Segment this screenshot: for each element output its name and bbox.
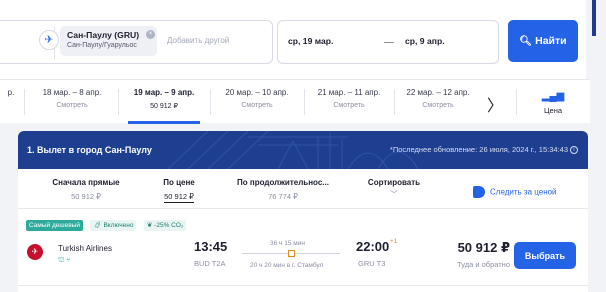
price-chart-button[interactable]: ▂▄▆ Цена <box>528 86 578 115</box>
divider <box>118 89 119 115</box>
arrival-time: 22:00 <box>356 239 390 254</box>
track-price-button[interactable]: Следить за ценой <box>473 183 557 201</box>
arrival-airport: GRU T3 <box>358 259 386 268</box>
stop-marker <box>288 250 295 257</box>
co2-badge: ❦ -25% CO₂ <box>143 220 187 232</box>
arrival-day-offset: +1 <box>390 238 398 245</box>
date-cell[interactable]: 18 мар. – 8 апр. Смотреть <box>28 80 116 124</box>
sort-tabs: Сначала прямые 50 912 ₽ По цене 50 912 ₽… <box>18 169 588 209</box>
sort-value: 50 912 ₽ <box>144 192 214 203</box>
date-cell-range: 21 мар. – 11 апр. <box>317 88 381 97</box>
sort-tab-price[interactable]: По цене 50 912 ₽ <box>144 169 214 209</box>
departure-time: 13:45 <box>194 239 228 254</box>
sort-value: 50 912 ₽ <box>71 192 101 201</box>
chevron-right-icon[interactable]: 〉 <box>487 92 503 116</box>
sort-tab-direct[interactable]: Сначала прямые 50 912 ₽ <box>38 169 134 209</box>
sort-title: Сначала прямые <box>52 178 120 187</box>
amenities-icons: ⛫ ⑂ <box>58 257 71 264</box>
divider <box>210 89 211 115</box>
departure-date[interactable]: ср, 19 мар. <box>288 36 333 46</box>
flight-price: 50 912 ₽ <box>457 240 510 255</box>
find-button[interactable]: 🔍︎ Найти <box>508 20 578 62</box>
divider <box>18 285 588 286</box>
banner-title: 1. Вылет в город Сан-Паулу <box>27 145 152 155</box>
date-cell-range: 22 мар. – 12 апр. <box>406 88 470 97</box>
choose-button[interactable]: Выбрать <box>514 242 576 269</box>
plane-icon: ✈ <box>39 30 59 50</box>
airline-logo: ✈ <box>27 244 43 260</box>
track-price-label: Следить за ценой <box>490 187 557 197</box>
destination-banner: 1. Вылет в город Сан-Паулу *Последнее об… <box>18 131 588 169</box>
date-cell-sub: Смотреть <box>422 102 454 109</box>
tag-icon <box>473 185 485 198</box>
sort-tab-duration[interactable]: По продолжительнос... 76 774 ₽ <box>228 169 338 209</box>
date-strip: р. 18 мар. – 8 апр. Смотреть 19 мар. – 9… <box>0 79 590 124</box>
divider <box>304 89 305 115</box>
origin-name: Сан-Паулу (GRU) <box>67 30 140 40</box>
last-updated-text: *Последнее обновление: 26 июля, 2024 г.,… <box>389 145 568 154</box>
sort-dropdown[interactable]: Сортировать ﹀ <box>354 169 434 209</box>
date-cell[interactable]: 20 мар. – 10 апр. Смотреть <box>212 80 302 124</box>
origin-chip[interactable]: Сан-Паулу (GRU) Сан-Паулу/Гуарульос × <box>60 26 157 56</box>
edge-strip <box>586 0 596 88</box>
results-card: 1. Вылет в город Сан-Паулу *Последнее об… <box>18 131 588 292</box>
sort-value: 76 774 ₽ <box>268 192 298 201</box>
date-cell-active[interactable]: 19 мар. – 9 апр. 50 912 ₽ <box>120 80 208 124</box>
add-destination-input[interactable]: Добавить другой <box>167 36 229 45</box>
date-cell[interactable]: р. <box>0 80 22 124</box>
sort-title: Сортировать <box>367 178 421 187</box>
dates-field[interactable]: ср, 19 мар. ср, 9 апр. <box>277 20 499 64</box>
search-panel: ✈ Сан-Паулу (GRU) Сан-Паулу/Гуарульос × … <box>0 0 596 88</box>
sort-title: По продолжительнос... <box>237 178 329 187</box>
return-date[interactable]: ср, 9 апр. <box>405 36 445 46</box>
price-chart-label: Цена <box>543 106 563 115</box>
airline-name: Turkish Airlines <box>58 244 112 253</box>
bar-chart-icon: ▂▄▆ <box>541 91 565 102</box>
luggage-icon: 🧳︎ <box>93 222 104 230</box>
date-cell[interactable]: 21 мар. – 11 апр. Смотреть <box>306 80 392 124</box>
divider <box>24 89 25 115</box>
date-separator <box>384 42 394 43</box>
date-cell-sub: Смотреть <box>333 102 365 109</box>
close-icon[interactable]: × <box>146 30 155 39</box>
departure-airport: BUD T2A <box>194 259 226 268</box>
divider <box>516 89 517 115</box>
date-cell-sub: Смотреть <box>241 102 273 109</box>
date-cell-range: 19 мар. – 9 апр. <box>133 88 195 97</box>
date-cell-range: р. <box>7 88 15 97</box>
info-icon[interactable]: i <box>570 146 578 155</box>
stop-info: 20 ч 20 мин в г. Стамбул <box>250 262 324 269</box>
last-updated: *Последнее обновление: 26 июля, 2024 г.,… <box>389 145 578 155</box>
chevron-down-icon: ﹀ <box>390 190 398 199</box>
date-cell-sub: Смотреть <box>56 102 88 109</box>
search-icon: 🔍︎ <box>519 36 533 47</box>
price-subtitle: Туда и обратно <box>457 260 510 269</box>
flight-duration: 36 ч 15 мин <box>270 240 305 247</box>
find-label: Найти <box>535 35 567 47</box>
date-cell-range: 18 мар. – 8 апр. <box>42 88 102 97</box>
baggage-label: Включено <box>103 222 134 230</box>
cheapest-badge: Самый дешевый <box>26 220 83 232</box>
date-cell[interactable]: 22 мар. – 12 апр. Смотреть <box>394 80 482 124</box>
baggage-badge: 🧳︎ Включено <box>90 220 137 232</box>
date-cell-range: 20 мар. – 10 апр. <box>225 88 289 97</box>
origin-subtitle: Сан-Паулу/Гуарульос <box>67 42 137 49</box>
badges: Самый дешевый 🧳︎ Включено ❦ -25% CO₂ <box>26 217 189 232</box>
date-cell-sub: 50 912 ₽ <box>150 103 178 110</box>
co2-label: -25% CO₂ <box>154 222 184 230</box>
sort-value-text: 50 912 ₽ <box>164 192 194 203</box>
sort-title: По цене <box>163 178 195 187</box>
